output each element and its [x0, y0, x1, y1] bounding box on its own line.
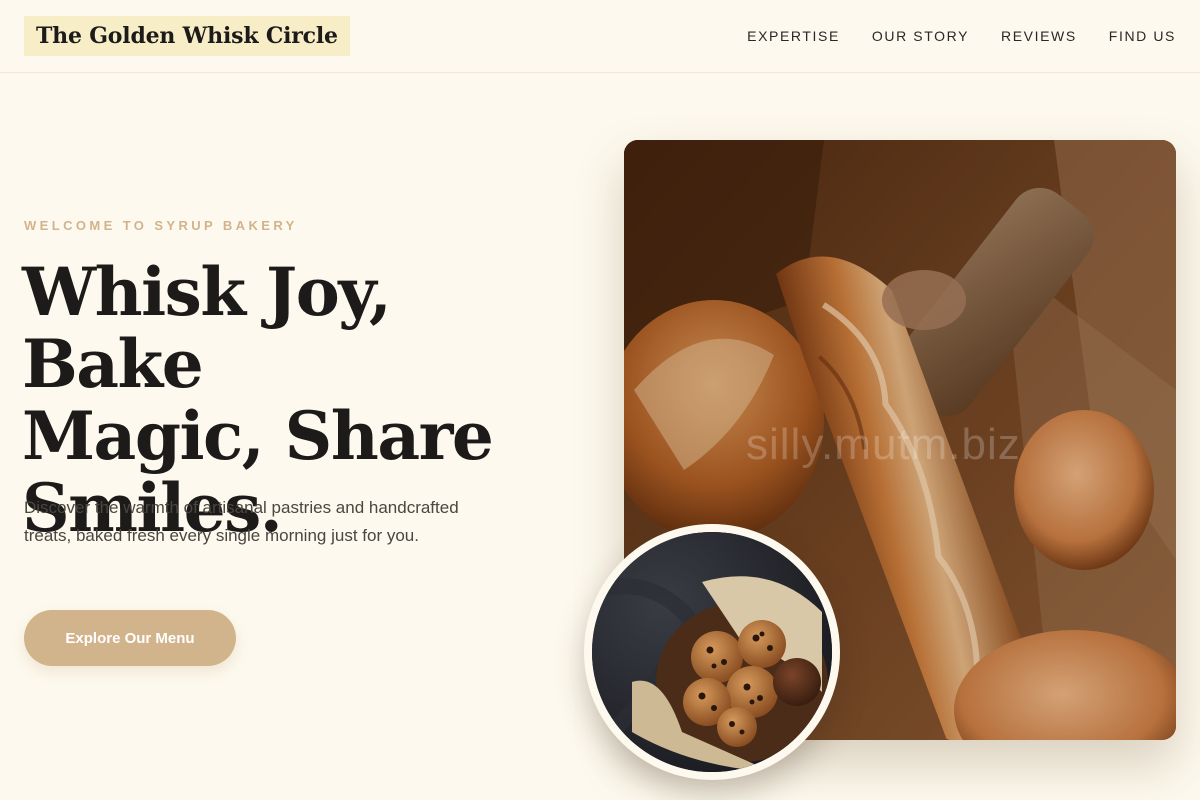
nav-link-expertise[interactable]: EXPERTISE	[747, 25, 840, 47]
hero-eyebrow: WELCOME TO SYRUP BAKERY	[24, 218, 298, 233]
cookies-bowl-photo	[592, 532, 832, 772]
site-header: The Golden Whisk Circle EXPERTISE OUR ST…	[0, 0, 1200, 73]
image-watermark: silly.mutm.biz	[746, 420, 1021, 469]
cookies-bowl-illustration	[592, 532, 832, 772]
cookies-photo-frame	[584, 524, 840, 780]
explore-menu-button[interactable]: Explore Our Menu	[24, 610, 236, 666]
main-nav: EXPERTISE OUR STORY REVIEWS FIND US	[747, 25, 1176, 47]
hero-description: Discover the warmth of artisanal pastrie…	[24, 498, 459, 545]
hero-headline-line-1: Whisk Joy, Bake	[22, 253, 392, 403]
nav-link-find-us[interactable]: FIND US	[1109, 25, 1176, 47]
nav-link-reviews[interactable]: REVIEWS	[1001, 25, 1077, 47]
nav-link-our-story[interactable]: OUR STORY	[872, 25, 969, 47]
hero-headline-line-2: Magic, Share	[22, 397, 494, 475]
landing-page: The Golden Whisk Circle EXPERTISE OUR ST…	[0, 0, 1200, 800]
brand-logo[interactable]: The Golden Whisk Circle	[24, 16, 350, 56]
